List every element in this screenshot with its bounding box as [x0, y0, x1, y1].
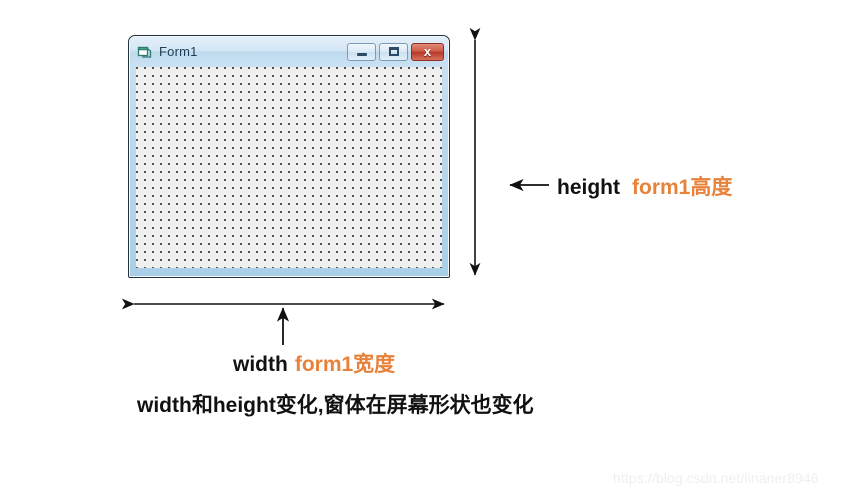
height-accent-text: form1高度 — [632, 176, 733, 199]
width-annotation-label: width form1宽度 — [233, 348, 395, 378]
caption-text: width和height变化,窗体在屏幕形状也变化 — [137, 394, 534, 417]
form-window-icon — [137, 46, 152, 58]
width-term: width — [233, 353, 288, 376]
minimize-button[interactable] — [347, 42, 376, 61]
maximize-icon — [388, 47, 399, 56]
close-button[interactable]: x — [411, 42, 444, 61]
form-window[interactable]: Form1 x — [128, 35, 450, 278]
watermark-url: https://blog.csdn.net/linaner8946 — [613, 470, 819, 486]
height-annotation-label: height form1高度 — [557, 171, 732, 201]
close-icon: x — [423, 44, 432, 59]
form-title-text: Form1 — [159, 44, 198, 59]
window-controls: x — [347, 42, 444, 61]
minimize-icon — [356, 52, 367, 56]
illustration-canvas: Form1 x height form1高度 width form1宽度 wid… — [0, 0, 850, 503]
height-term: height — [557, 176, 620, 199]
form-titlebar[interactable]: Form1 x — [130, 37, 448, 66]
maximize-button[interactable] — [379, 42, 408, 61]
width-accent-text: form1宽度 — [294, 353, 396, 376]
form-designer-surface[interactable] — [136, 67, 442, 268]
